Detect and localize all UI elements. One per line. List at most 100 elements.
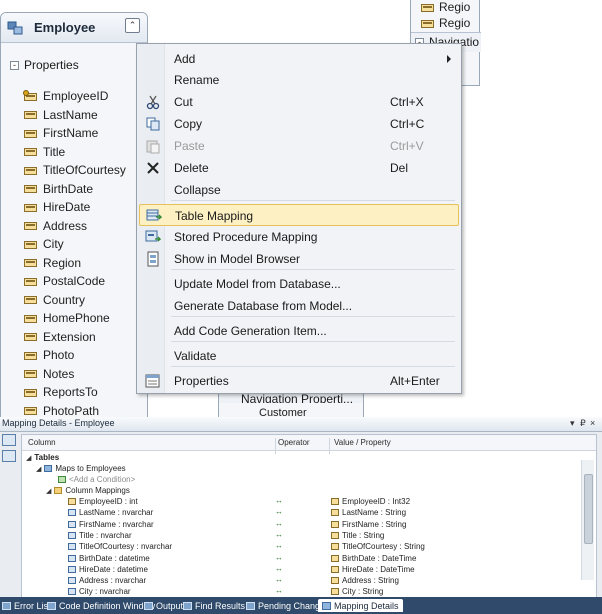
- add-condition-label: <Add a Condition>: [69, 475, 136, 484]
- model-browser-icon: [145, 251, 161, 267]
- panel-close-icon[interactable]: ×: [590, 418, 595, 428]
- mapping-row[interactable]: HireDate : datetime ↔ HireDate : DateTime: [22, 564, 582, 576]
- mapping-operator[interactable]: ↔: [275, 553, 283, 562]
- tab-output[interactable]: Output: [144, 599, 183, 612]
- collapse-triangle-icon[interactable]: ◢: [26, 454, 31, 462]
- mapping-operator[interactable]: ↔: [275, 586, 283, 595]
- mapping-operator[interactable]: ↔: [275, 575, 283, 584]
- entity-property-row[interactable]: EmployeeID: [23, 87, 108, 105]
- menu-item-stored-procedure-mapping[interactable]: Stored Procedure Mapping: [139, 226, 459, 248]
- menu-item-add[interactable]: Add: [139, 48, 459, 70]
- entity-property-row[interactable]: Region: [24, 254, 81, 272]
- map-entity-to-tables-icon[interactable]: [2, 434, 16, 446]
- entity-property-row[interactable]: HireDate: [24, 198, 90, 216]
- column-divider[interactable]: [275, 438, 276, 454]
- menu-item-properties[interactable]: Properties Alt+Enter: [139, 370, 459, 392]
- collapse-toggle-icon[interactable]: -: [10, 61, 19, 70]
- column-header-column[interactable]: Column: [28, 438, 56, 447]
- entity-property-row[interactable]: City: [24, 235, 64, 253]
- copy-icon: [145, 116, 161, 132]
- column-divider[interactable]: [329, 438, 330, 454]
- entity-property-row[interactable]: ReportsTo: [24, 383, 98, 401]
- tab-find-results-1[interactable]: Find Results 1: [183, 599, 253, 612]
- tab-error-list[interactable]: Error List: [2, 599, 51, 612]
- column-header-value[interactable]: Value / Property: [334, 438, 391, 447]
- key-property-icon: [331, 498, 339, 505]
- grid-vertical-scrollbar[interactable]: [581, 460, 594, 580]
- entity-property-row[interactable]: Title: [24, 143, 65, 161]
- key-column-icon: [68, 498, 76, 505]
- entity-property-label: PostalCode: [43, 274, 106, 288]
- entity-property-row[interactable]: TitleOfCourtesy: [24, 161, 126, 179]
- map-entity-to-functions-icon[interactable]: [2, 450, 16, 462]
- entity-header[interactable]: Employee ⌃: [1, 13, 147, 43]
- menu-item-generate-database-from-model[interactable]: Generate Database from Model...: [139, 295, 459, 317]
- mapping-operator[interactable]: ↔: [275, 519, 283, 528]
- entity-property-row[interactable]: HomePhone: [24, 309, 110, 327]
- menu-item-shortcut: Ctrl+V: [390, 139, 424, 153]
- property-icon: [24, 109, 38, 120]
- mapping-row[interactable]: Title : nvarchar ↔ Title : String: [22, 530, 582, 542]
- properties-section-header[interactable]: - Properties: [1, 55, 147, 79]
- mapping-row[interactable]: LastName : nvarchar ↔ LastName : String: [22, 507, 582, 519]
- menu-item-cut[interactable]: Cut Ctrl+X: [139, 91, 459, 113]
- tab-code-definition-window[interactable]: Code Definition Window: [47, 599, 155, 612]
- menu-item-collapse[interactable]: Collapse: [139, 179, 459, 201]
- column-mappings-row[interactable]: ◢ Column Mappings: [22, 486, 582, 497]
- column-header-operator[interactable]: Operator: [278, 438, 310, 447]
- maps-to-row[interactable]: ◢ Maps to Employees: [22, 464, 582, 475]
- entity-property-row[interactable]: FirstName: [24, 124, 98, 142]
- background-property-row[interactable]: Regio: [421, 16, 470, 30]
- code-definition-window-icon: [47, 601, 56, 610]
- mapping-operator[interactable]: ↔: [275, 530, 283, 539]
- mapping-operator[interactable]: ↔: [275, 564, 283, 573]
- menu-item-delete[interactable]: Delete Del: [139, 157, 459, 179]
- menu-item-copy[interactable]: Copy Ctrl+C: [139, 113, 459, 135]
- mapping-row[interactable]: Address : nvarchar ↔ Address : String: [22, 575, 582, 587]
- collapse-triangle-icon[interactable]: ◢: [46, 487, 51, 495]
- tables-row[interactable]: ◢ Tables: [22, 453, 582, 464]
- entity-property-row[interactable]: Address: [24, 217, 87, 235]
- property-icon: [24, 202, 38, 213]
- menu-item-label: Show in Model Browser: [174, 252, 301, 266]
- property-icon: [421, 18, 435, 29]
- menu-item-validate[interactable]: Validate: [139, 345, 459, 367]
- background-property-row[interactable]: Regio: [421, 0, 470, 14]
- menu-item-update-model-from-database[interactable]: Update Model from Database...: [139, 273, 459, 295]
- mapping-operator[interactable]: ↔: [275, 507, 283, 516]
- entity-property-row[interactable]: Notes: [24, 365, 74, 383]
- entity-property-row[interactable]: LastName: [24, 106, 98, 124]
- collapse-triangle-icon[interactable]: ◢: [36, 465, 41, 473]
- menu-item-label: Validate: [174, 349, 217, 363]
- entity-property-row[interactable]: Photo: [24, 346, 74, 364]
- menu-item-rename[interactable]: Rename: [139, 69, 459, 91]
- menu-item-show-in-model-browser[interactable]: Show in Model Browser: [139, 248, 459, 270]
- properties-icon: [145, 373, 161, 389]
- entity-property-row[interactable]: BirthDate: [24, 180, 93, 198]
- tab-mapping-details[interactable]: Mapping Details: [318, 599, 403, 612]
- menu-item-table-mapping[interactable]: Table Mapping: [139, 204, 459, 226]
- add-condition-row[interactable]: <Add a Condition>: [22, 475, 582, 486]
- menu-item-paste[interactable]: Paste Ctrl+V: [139, 135, 459, 157]
- mapping-property-label: TitleOfCourtesy : String: [342, 542, 425, 552]
- employee-entity-shape[interactable]: Employee ⌃ - Properties EmployeeID LastNa…: [0, 12, 148, 424]
- entity-property-row[interactable]: Country: [24, 291, 85, 309]
- scrollbar-thumb[interactable]: [584, 474, 593, 544]
- mapping-row[interactable]: BirthDate : datetime ↔ BirthDate : DateTim…: [22, 553, 582, 565]
- panel-dropdown-icon[interactable]: ▾: [570, 418, 575, 429]
- mapping-row[interactable]: EmployeeID : int ↔ EmployeeID : Int32: [22, 496, 582, 508]
- panel-title-bar[interactable]: Mapping Details - Employee ▾ ₽ ×: [0, 417, 602, 432]
- property-icon: [24, 220, 38, 231]
- mapping-operator[interactable]: ↔: [275, 541, 283, 550]
- mapping-operator[interactable]: ↔: [275, 496, 283, 505]
- entity-property-row[interactable]: Extension: [24, 328, 96, 346]
- mapping-row[interactable]: TitleOfCourtesy : nvarchar ↔ TitleOfCourte…: [22, 541, 582, 553]
- panel-pin-icon[interactable]: ₽: [580, 418, 586, 429]
- mapping-grid: Column Operator Value / Property ◢ Tables…: [21, 434, 597, 599]
- entity-property-row[interactable]: PostalCode: [24, 272, 105, 290]
- collapse-chevron-icon[interactable]: ⌃: [125, 18, 140, 33]
- mapping-row[interactable]: FirstName : nvarchar ↔ FirstName : String: [22, 519, 582, 531]
- column-icon: [68, 531, 76, 539]
- property-icon: [331, 588, 339, 596]
- menu-item-add-code-generation-item[interactable]: Add Code Generation Item...: [139, 320, 459, 342]
